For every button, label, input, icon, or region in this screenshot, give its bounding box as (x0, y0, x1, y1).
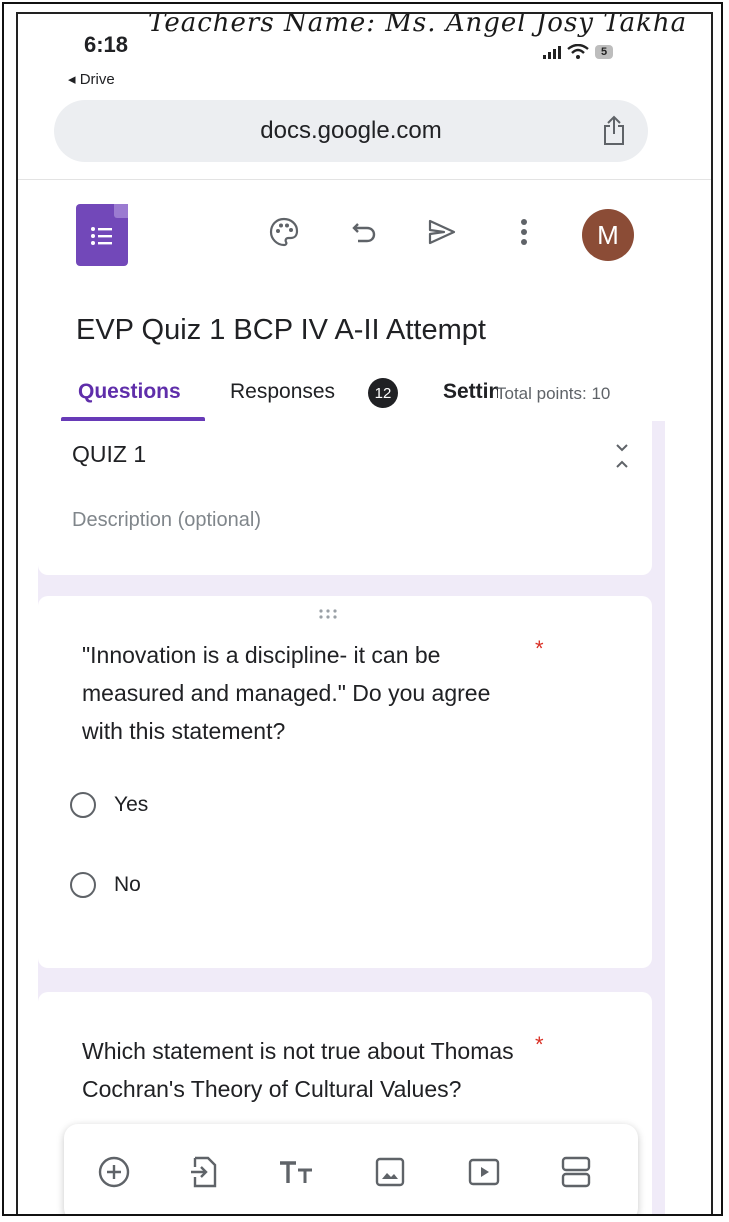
share-icon[interactable] (602, 114, 626, 146)
radio-button[interactable] (70, 792, 96, 818)
avatar[interactable]: M (582, 209, 634, 261)
question-text: "Innovation is a discipline- it can be m… (82, 642, 491, 744)
add-title-icon[interactable] (274, 1150, 318, 1194)
undo-icon[interactable] (344, 212, 384, 252)
handwritten-note: Teachers Name: Ms. Angel Josy Takha (148, 12, 688, 38)
url-text: docs.google.com (260, 117, 442, 144)
option-yes[interactable]: Yes (70, 792, 148, 818)
required-asterisk: * (535, 1032, 544, 1057)
description-field[interactable]: Description (optional) (72, 509, 261, 532)
radio-button[interactable] (70, 872, 96, 898)
question-text: Which statement is not true about Thomas… (82, 1038, 514, 1102)
drag-handle-icon[interactable] (318, 608, 338, 620)
add-section-icon[interactable] (554, 1150, 598, 1194)
total-points: Total points: 10 (496, 384, 611, 403)
list-lines-icon (91, 227, 112, 245)
status-time: 6:18 (84, 32, 129, 57)
form-title: EVP Quiz 1 BCP IV A-II Attempt (76, 314, 486, 346)
more-vert-icon[interactable] (504, 212, 544, 252)
collapse-icon[interactable] (614, 443, 630, 469)
forms-logo[interactable] (76, 204, 128, 266)
tab-responses[interactable]: Responses (230, 380, 335, 404)
tab-settings[interactable]: Settings (443, 380, 498, 404)
add-image-icon[interactable] (368, 1150, 412, 1194)
send-icon[interactable] (422, 212, 462, 252)
add-item-toolbar (64, 1124, 638, 1214)
url-bar[interactable]: docs.google.com (54, 100, 648, 162)
forms-logo-fold (114, 204, 128, 218)
tab-questions[interactable]: Questions (78, 380, 181, 404)
palette-icon[interactable] (264, 212, 304, 252)
cellular-signal-icon (543, 45, 561, 59)
title-card[interactable]: QUIZ 1 Description (optional) (38, 421, 652, 575)
question-card[interactable]: "Innovation is a discipline- it can be m… (38, 596, 652, 968)
import-questions-icon[interactable] (182, 1150, 226, 1194)
option-label: Yes (114, 793, 149, 816)
divider (18, 179, 711, 180)
wifi-icon (567, 44, 589, 59)
required-asterisk: * (535, 636, 544, 661)
battery-indicator: 5 (595, 45, 614, 59)
add-video-icon[interactable] (462, 1150, 506, 1194)
back-to-drive-link[interactable]: ◂ Drive (68, 70, 115, 88)
screenshot-frame: Teachers Name: Ms. Angel Josy Takha 6:18… (2, 2, 723, 1216)
phone-screen: Teachers Name: Ms. Angel Josy Takha 6:18… (16, 12, 713, 1214)
add-question-icon[interactable] (92, 1150, 136, 1194)
option-no[interactable]: No (70, 872, 141, 898)
responses-count-badge: 12 (368, 378, 398, 408)
quiz-title[interactable]: QUIZ 1 (72, 441, 146, 468)
option-label: No (114, 873, 141, 896)
status-icons: 5 (543, 44, 614, 60)
